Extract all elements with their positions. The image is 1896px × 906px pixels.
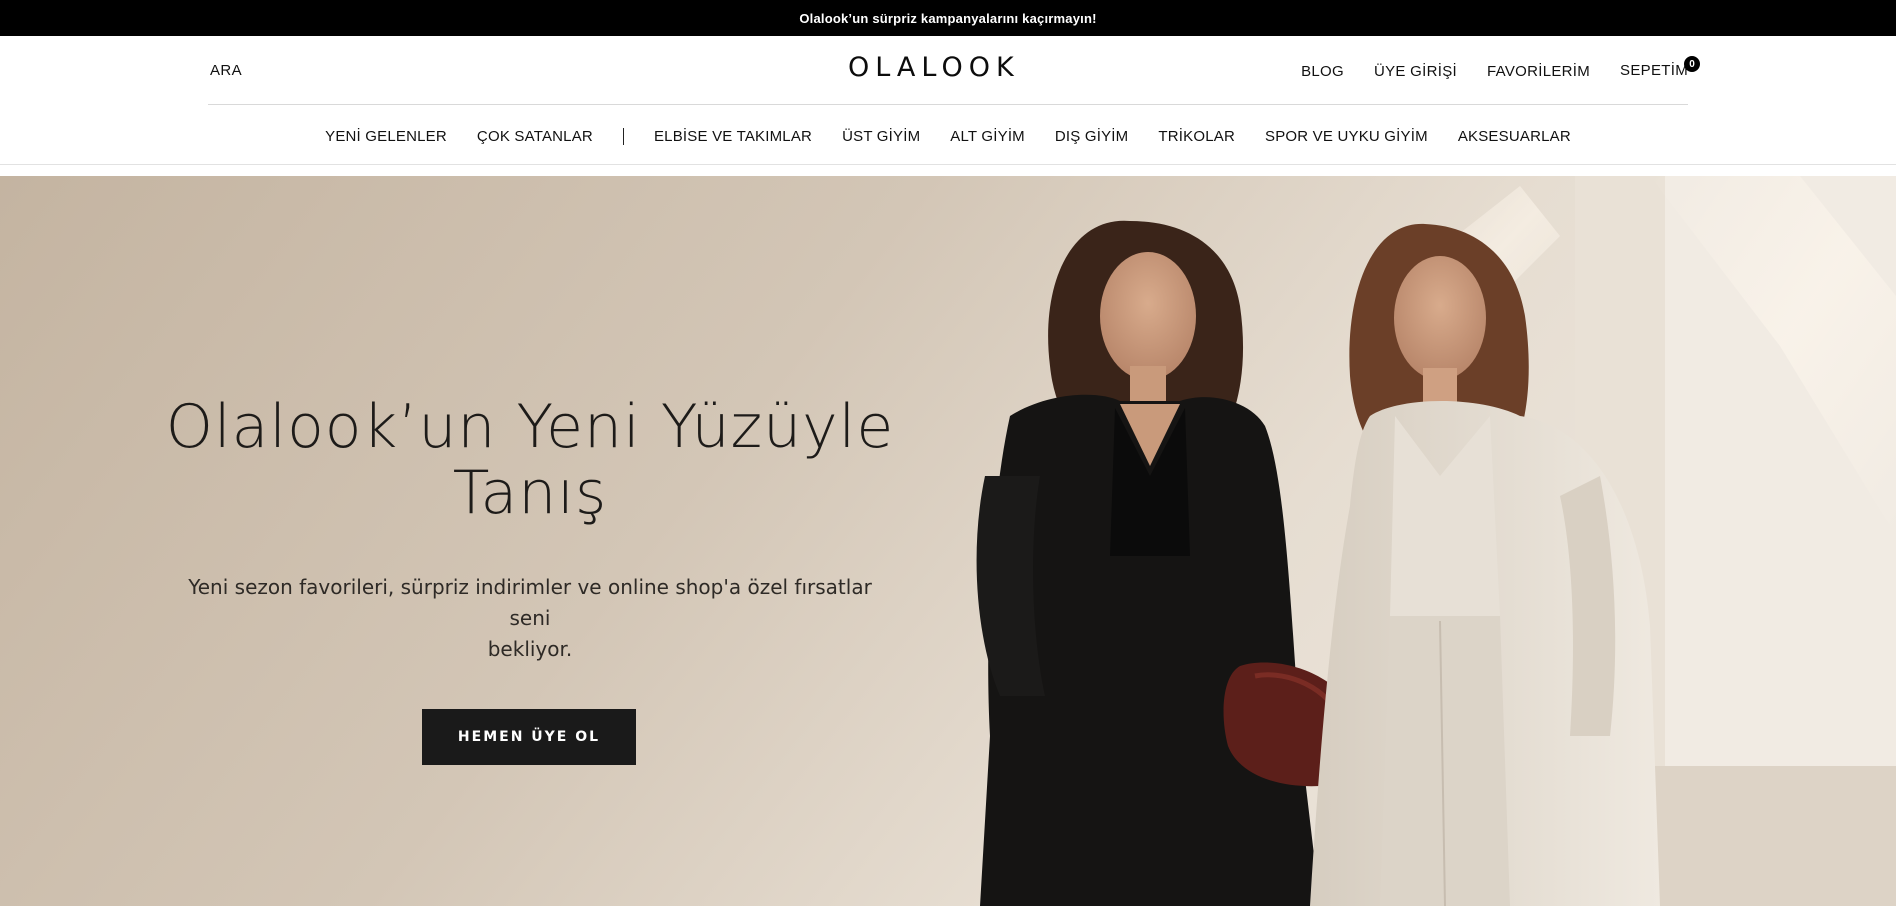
login-link[interactable]: ÜYE GİRİŞİ xyxy=(1374,63,1457,80)
nav-item-bottoms[interactable]: ALT GİYİM xyxy=(950,128,1025,145)
hero-title-line-2: Tanış xyxy=(452,458,608,528)
site-header: ARA OLALOOK BLOG ÜYE GİRİŞİ FAVORİLERİM … xyxy=(0,36,1896,166)
nav-item-sport-sleep[interactable]: SPOR VE UYKU GİYİM xyxy=(1265,128,1428,145)
cart-link[interactable]: SEPETİM xyxy=(1620,62,1688,79)
nav-separator xyxy=(622,127,624,145)
blog-link[interactable]: BLOG xyxy=(1301,63,1344,80)
favorites-link[interactable]: FAVORİLERİM xyxy=(1487,63,1590,80)
search-link[interactable]: ARA xyxy=(210,62,242,79)
utility-nav: BLOG ÜYE GİRİŞİ FAVORİLERİM SEPETİM 0 xyxy=(1301,56,1700,80)
nav-item-knitwear[interactable]: TRİKOLAR xyxy=(1158,128,1235,145)
hero-banner: Olalook’un Yeni Yüzüyle Tanış Yeni sezon… xyxy=(0,176,1896,906)
cart-link-wrapper[interactable]: SEPETİM 0 xyxy=(1620,56,1700,80)
main-nav: YENİ GELENLER ÇOK SATANLAR ELBİSE VE TAK… xyxy=(0,106,1896,166)
hero-subtitle: Yeni sezon favorileri, sürpriz indirimle… xyxy=(170,572,890,665)
hero-image xyxy=(0,176,1896,906)
hero-subtitle-line-2: bekliyor. xyxy=(487,637,573,661)
hero-subtitle-line-1: Yeni sezon favorileri, sürpriz indirimle… xyxy=(188,575,872,630)
announcement-text: Olalook’un sürpriz kampanyalarını kaçırm… xyxy=(799,10,1097,26)
header-divider xyxy=(208,104,1688,105)
nav-item-accessories[interactable]: AKSESUARLAR xyxy=(1458,128,1571,145)
nav-item-new-arrivals[interactable]: YENİ GELENLER xyxy=(325,128,447,145)
hero-title: Olalook’un Yeni Yüzüyle Tanış xyxy=(130,394,930,526)
cart-count-badge: 0 xyxy=(1684,56,1700,72)
brand-logo[interactable]: OLALOOK xyxy=(848,52,1014,83)
signup-cta-button[interactable]: HEMEN ÜYE OL xyxy=(422,709,636,765)
announcement-bar: Olalook’un sürpriz kampanyalarını kaçırm… xyxy=(0,0,1896,36)
nav-item-dresses-suits[interactable]: ELBİSE VE TAKIMLAR xyxy=(654,128,812,145)
nav-item-tops[interactable]: ÜST GİYİM xyxy=(842,128,920,145)
header-bottom-border xyxy=(0,164,1896,165)
nav-item-outerwear[interactable]: DIŞ GİYİM xyxy=(1055,128,1128,145)
hero-title-line-1: Olalook’un Yeni Yüzüyle xyxy=(165,392,895,462)
nav-item-best-sellers[interactable]: ÇOK SATANLAR xyxy=(477,128,593,145)
